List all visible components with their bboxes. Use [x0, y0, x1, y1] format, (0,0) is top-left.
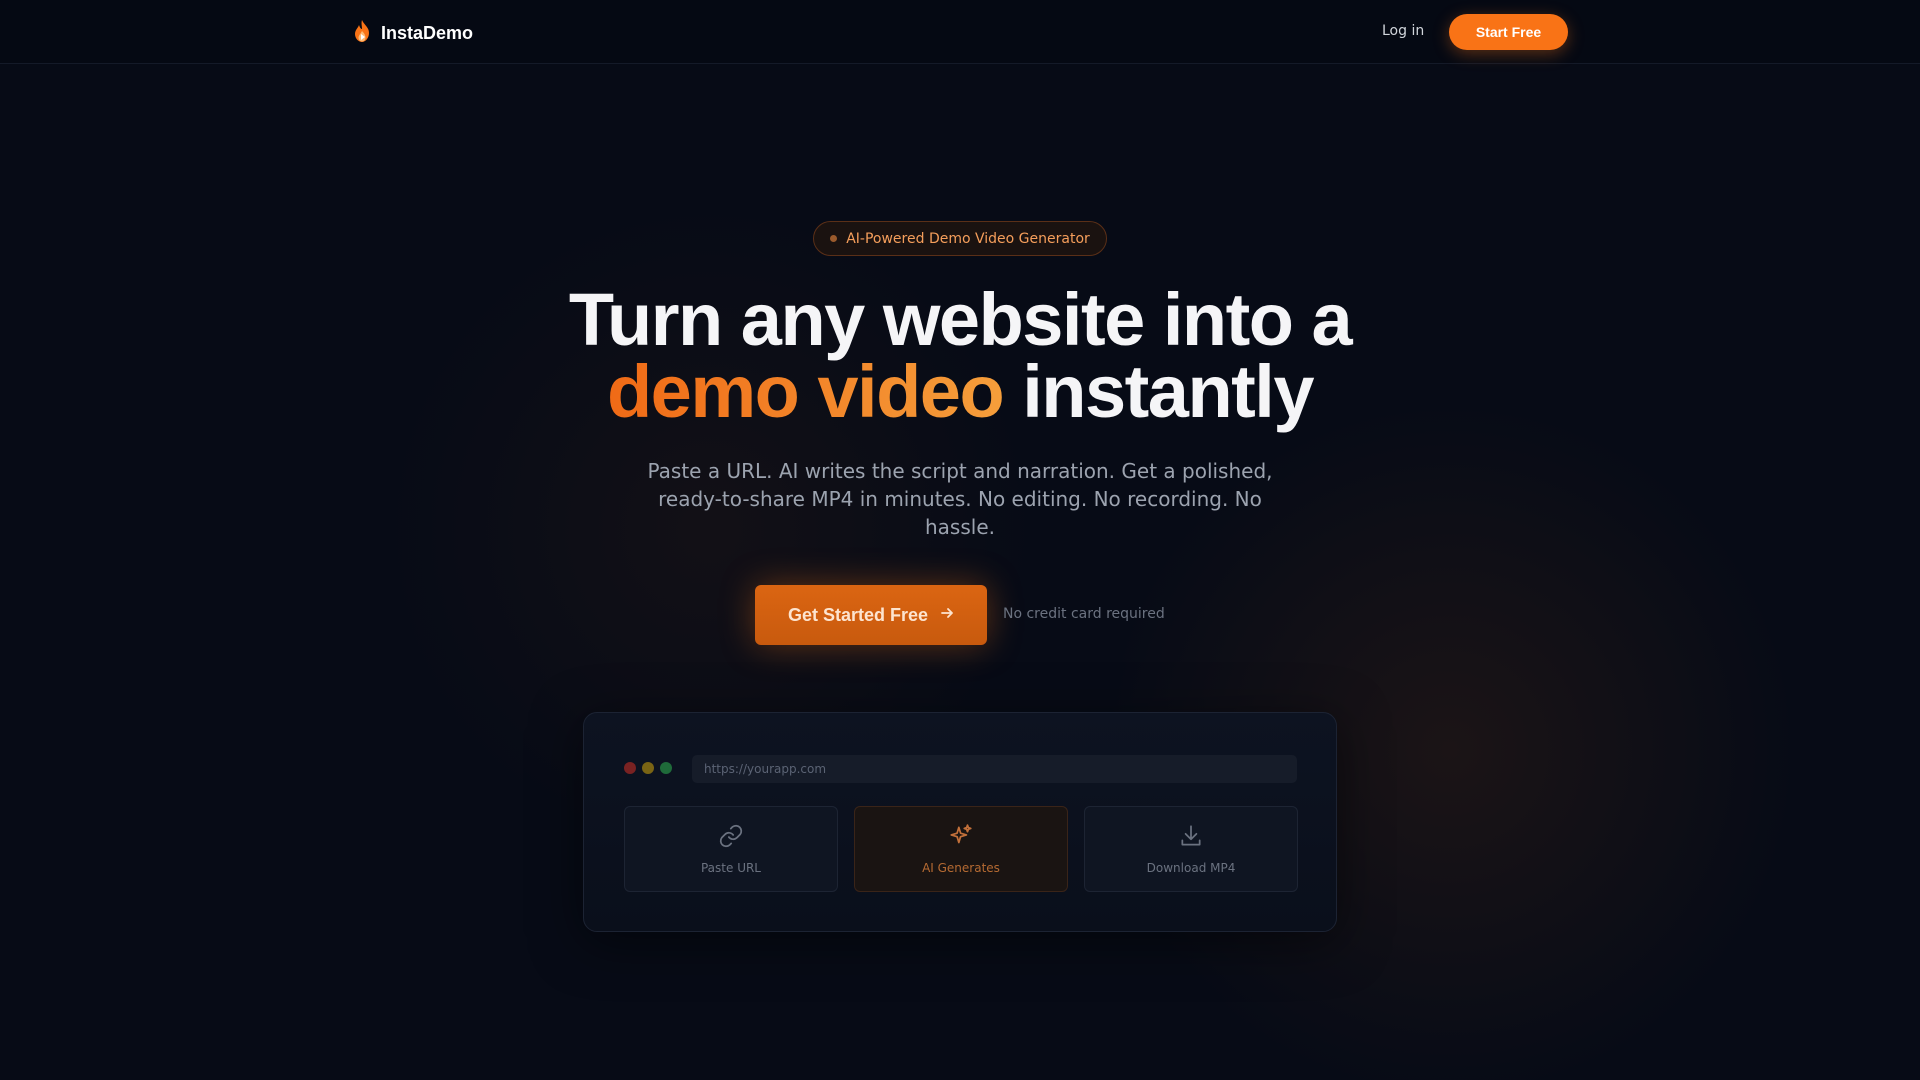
step-label: Paste URL — [700, 861, 761, 875]
arrow-right-icon — [940, 606, 954, 625]
no-credit-card-note: No credit card required — [1003, 606, 1165, 622]
start-free-button[interactable]: Start Free — [1449, 14, 1568, 50]
window-minimize-dot — [642, 762, 654, 774]
link-icon — [718, 823, 744, 853]
window-maximize-dot — [660, 762, 672, 774]
hero-badge: AI-Powered Demo Video Generator — [813, 221, 1107, 256]
headline-line1: Turn any website into a — [568, 278, 1353, 361]
window-close-dot — [624, 762, 636, 774]
step-label: AI Generates — [922, 861, 1000, 875]
cta-label: Get Started Free — [787, 604, 929, 625]
step-download-mp4: Download MP4 — [1084, 806, 1298, 892]
login-link[interactable]: Log in — [1382, 23, 1424, 39]
hero-subtitle: Paste a URL. AI writes the script and na… — [647, 459, 1273, 539]
top-navbar: InstaDemo Log in Start Free — [0, 0, 1920, 64]
step-label: Download MP4 — [1146, 861, 1236, 875]
sparkles-icon — [948, 823, 974, 853]
brand-name: InstaDemo — [381, 22, 474, 43]
download-icon — [1178, 823, 1204, 853]
hero-headline: Turn any website into a demo video insta… — [460, 283, 1460, 429]
flame-icon — [352, 19, 372, 47]
headline-highlight: demo video — [606, 350, 1005, 433]
step-ai-generates: AI Generates — [854, 806, 1068, 892]
brand-logo[interactable]: InstaDemo — [352, 19, 473, 47]
step-paste-url: Paste URL — [624, 806, 838, 892]
badge-text: AI-Powered Demo Video Generator — [846, 230, 1090, 247]
headline-rest: instantly — [1022, 350, 1314, 433]
badge-dot-icon — [830, 235, 838, 242]
url-input[interactable] — [692, 755, 1297, 783]
preview-window: Paste URL AI Generates Download MP4 — [583, 712, 1337, 932]
get-started-button[interactable]: Get Started Free — [755, 585, 987, 645]
